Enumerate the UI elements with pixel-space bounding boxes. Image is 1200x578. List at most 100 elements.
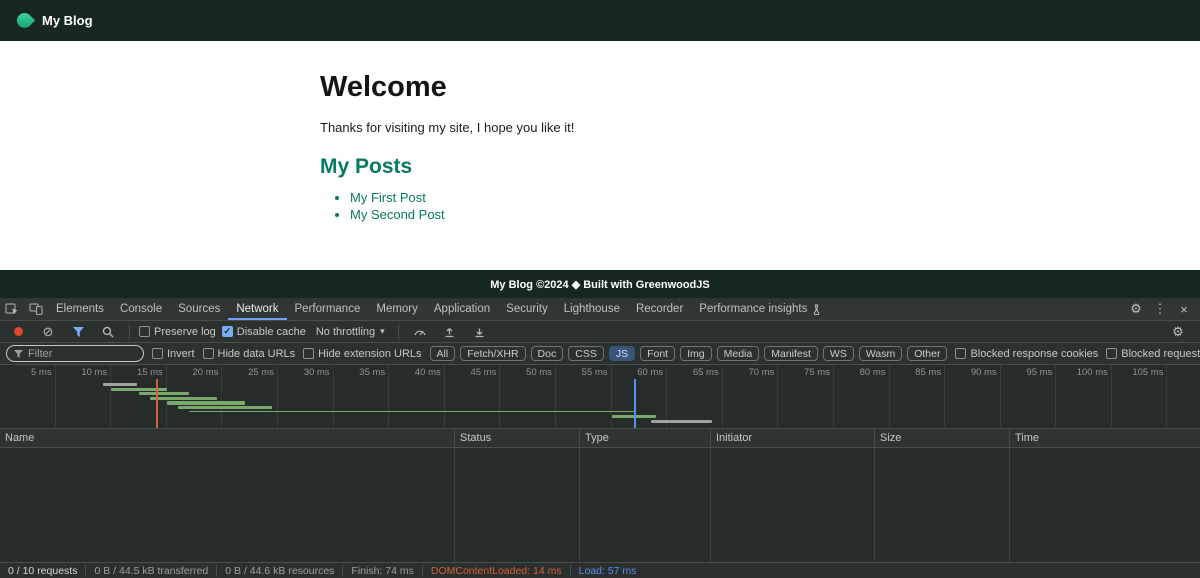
posts-list: My First Post My Second Post	[320, 189, 1200, 223]
search-icon[interactable]	[96, 326, 120, 338]
chip-js[interactable]: JS	[609, 346, 635, 361]
close-devtools-icon[interactable]: ×	[1172, 302, 1196, 317]
intro-text: Thanks for visiting my site, I hope you …	[320, 120, 1200, 135]
tick-label: 45 ms	[470, 365, 499, 378]
checkbox-box	[152, 348, 163, 359]
chip-doc[interactable]: Doc	[531, 346, 564, 361]
clear-icon[interactable]: ⊘	[36, 324, 60, 340]
disable-cache-checkbox[interactable]: ✓ Disable cache	[222, 326, 306, 338]
tab-console[interactable]: Console	[112, 298, 170, 320]
import-har-icon[interactable]	[438, 326, 462, 338]
waterfall-bar	[111, 388, 167, 391]
tick-label: 30 ms	[304, 365, 333, 378]
post-link-first[interactable]: My First Post	[350, 190, 426, 205]
footer-text: My Blog ©2024 ◆ Built with GreenwoodJS	[490, 278, 709, 291]
inspect-icon[interactable]	[0, 298, 24, 320]
devtools-tabbar: ElementsConsoleSourcesNetworkPerformance…	[0, 298, 1200, 321]
devtools-panel: ElementsConsoleSourcesNetworkPerformance…	[0, 298, 1200, 578]
tick-label: 60 ms	[637, 365, 666, 378]
waterfall-bars	[0, 381, 1200, 428]
resource-type-chips: All Fetch/XHR Doc CSS JS Font Img Media Manifest…	[430, 346, 948, 361]
chip-all[interactable]: All	[430, 346, 456, 361]
flask-icon	[812, 304, 821, 315]
blocked-requests-label: Blocked requests	[1121, 348, 1200, 360]
more-options-icon[interactable]: ⋮	[1148, 301, 1172, 317]
waterfall-bar	[189, 411, 634, 413]
tab-performance[interactable]: Performance	[287, 298, 369, 320]
welcome-heading: Welcome	[320, 71, 1200, 104]
hide-extension-urls-checkbox[interactable]: Hide extension URLs	[303, 348, 421, 360]
chip-media[interactable]: Media	[717, 346, 760, 361]
status-item: 0 B / 44.6 kB resources	[216, 565, 342, 577]
tick-label: 95 ms	[1026, 365, 1055, 378]
chip-manifest[interactable]: Manifest	[764, 346, 818, 361]
tab-application[interactable]: Application	[426, 298, 498, 320]
status-bar: 0 / 10 requests0 B / 44.5 kB transferred…	[0, 562, 1200, 578]
column-header-initiator[interactable]: Initiator	[711, 429, 875, 447]
dcl-event-line	[156, 379, 158, 428]
blocked-cookies-label: Blocked response cookies	[970, 348, 1098, 360]
chip-other[interactable]: Other	[907, 346, 947, 361]
throttling-dropdown[interactable]: No throttling ▾	[312, 326, 389, 338]
column-header-time[interactable]: Time	[1010, 429, 1200, 447]
invert-checkbox[interactable]: Invert	[152, 348, 195, 360]
chip-fetch-xhr[interactable]: Fetch/XHR	[460, 346, 525, 361]
chip-font[interactable]: Font	[640, 346, 675, 361]
site-footer: My Blog ©2024 ◆ Built with GreenwoodJS	[0, 270, 1200, 298]
export-har-icon[interactable]	[468, 326, 492, 338]
disable-cache-label: Disable cache	[237, 326, 306, 338]
filter-toggle-icon[interactable]	[66, 327, 90, 337]
checkbox-box	[1106, 348, 1117, 359]
checkbox-box	[955, 348, 966, 359]
blocked-cookies-checkbox[interactable]: Blocked response cookies	[955, 348, 1098, 360]
tab-recorder[interactable]: Recorder	[628, 298, 691, 320]
tab-security[interactable]: Security	[498, 298, 556, 320]
settings-icon[interactable]: ⚙	[1124, 301, 1148, 317]
table-header-row: NameStatusTypeInitiatorSizeTime	[0, 429, 1200, 448]
table-column-status	[455, 448, 580, 562]
tab-network[interactable]: Network	[228, 298, 286, 320]
chip-css[interactable]: CSS	[568, 346, 604, 361]
checkbox-box: ✓	[222, 326, 233, 337]
waterfall-bar	[103, 383, 136, 386]
network-conditions-icon[interactable]	[408, 326, 432, 337]
hide-data-urls-checkbox[interactable]: Hide data URLs	[203, 348, 296, 360]
device-toolbar-icon[interactable]	[24, 298, 48, 320]
preserve-log-label: Preserve log	[154, 326, 216, 338]
status-item: 0 / 10 requests	[0, 565, 85, 577]
tick-label: 10 ms	[81, 365, 110, 378]
column-header-type[interactable]: Type	[580, 429, 711, 447]
status-item: 0 B / 44.5 kB transferred	[85, 565, 216, 577]
table-column-name	[0, 448, 455, 562]
chip-wasm[interactable]: Wasm	[859, 346, 902, 361]
table-body-columns	[0, 448, 1200, 562]
blocked-requests-checkbox[interactable]: Blocked requests	[1106, 348, 1200, 360]
filter-input[interactable]	[28, 348, 136, 360]
tab-performance-insights[interactable]: Performance insights	[691, 298, 829, 320]
network-settings-icon[interactable]: ⚙	[1166, 324, 1190, 340]
tick-label: 50 ms	[526, 365, 555, 378]
waterfall-bar	[150, 397, 217, 400]
chip-img[interactable]: Img	[680, 346, 712, 361]
post-list-item: My Second Post	[350, 206, 1200, 223]
tick-label: 40 ms	[415, 365, 444, 378]
tab-memory[interactable]: Memory	[368, 298, 426, 320]
column-header-status[interactable]: Status	[455, 429, 580, 447]
tab-lighthouse[interactable]: Lighthouse	[556, 298, 628, 320]
dropdown-caret-icon: ▾	[380, 326, 385, 337]
check-icon: ✓	[223, 327, 231, 336]
browser-viewport: My Blog Welcome Thanks for visiting my s…	[0, 0, 1200, 578]
post-list-item: My First Post	[350, 189, 1200, 206]
column-header-size[interactable]: Size	[875, 429, 1010, 447]
chip-ws[interactable]: WS	[823, 346, 854, 361]
post-link-second[interactable]: My Second Post	[350, 207, 445, 222]
column-header-name[interactable]: Name	[0, 429, 455, 447]
preserve-log-checkbox[interactable]: Preserve log	[139, 326, 216, 338]
checkbox-box	[303, 348, 314, 359]
tab-elements[interactable]: Elements	[48, 298, 112, 320]
network-overview[interactable]: 5 ms10 ms15 ms20 ms25 ms30 ms35 ms40 ms4…	[0, 365, 1200, 429]
tab-sources[interactable]: Sources	[170, 298, 228, 320]
tick-label: 15 ms	[137, 365, 166, 378]
record-icon[interactable]	[6, 327, 30, 336]
tick-label: 20 ms	[193, 365, 222, 378]
